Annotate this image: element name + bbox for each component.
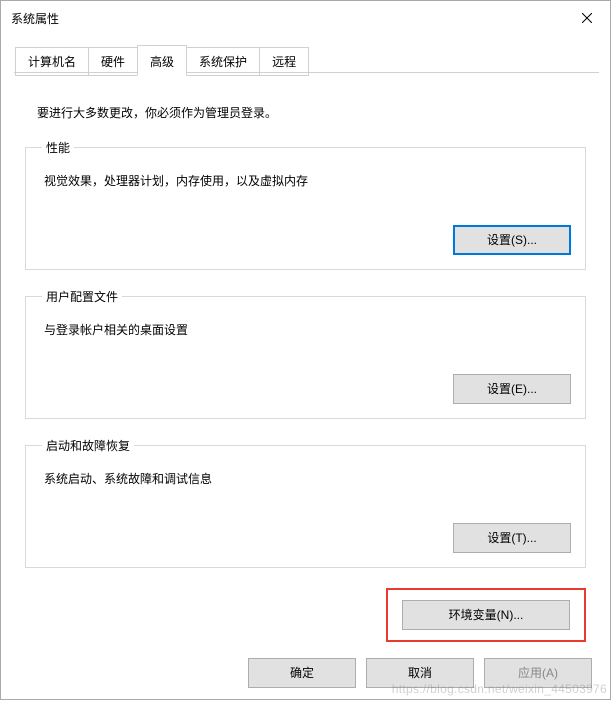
admin-notice: 要进行大多数更改，你必须作为管理员登录。 <box>37 104 586 121</box>
startup-recovery-desc: 系统启动、系统故障和调试信息 <box>44 470 571 487</box>
close-icon <box>582 13 592 23</box>
cancel-button[interactable]: 取消 <box>366 658 474 688</box>
user-profiles-settings-button[interactable]: 设置(E)... <box>453 374 571 404</box>
dialog-button-bar: 确定 取消 应用(A) <box>1 642 610 706</box>
performance-legend: 性能 <box>42 139 74 156</box>
tab-divider <box>14 72 599 73</box>
user-profiles-legend: 用户配置文件 <box>42 288 122 305</box>
tab-advanced[interactable]: 高级 <box>137 45 187 76</box>
user-profiles-group: 用户配置文件 与登录帐户相关的桌面设置 设置(E)... <box>25 288 586 419</box>
titlebar: 系统属性 <box>1 1 610 35</box>
close-button[interactable] <box>564 1 610 35</box>
system-properties-window: 系统属性 计算机名 硬件 高级 系统保护 远程 要进行大多数更改，你必须作为管理… <box>0 0 611 700</box>
window-title: 系统属性 <box>11 10 59 27</box>
startup-recovery-legend: 启动和故障恢复 <box>42 437 134 454</box>
performance-settings-button[interactable]: 设置(S)... <box>453 225 571 255</box>
ok-button[interactable]: 确定 <box>248 658 356 688</box>
performance-desc: 视觉效果，处理器计划，内存使用，以及虚拟内存 <box>44 172 571 189</box>
user-profiles-desc: 与登录帐户相关的桌面设置 <box>44 321 571 338</box>
env-variables-row: 环境变量(N)... <box>25 588 586 642</box>
environment-variables-button[interactable]: 环境变量(N)... <box>402 600 570 630</box>
env-variables-highlight: 环境变量(N)... <box>386 588 586 642</box>
tab-content-advanced: 要进行大多数更改，你必须作为管理员登录。 性能 视觉效果，处理器计划，内存使用，… <box>1 76 610 642</box>
startup-recovery-group: 启动和故障恢复 系统启动、系统故障和调试信息 设置(T)... <box>25 437 586 568</box>
startup-recovery-settings-button[interactable]: 设置(T)... <box>453 523 571 553</box>
performance-group: 性能 视觉效果，处理器计划，内存使用，以及虚拟内存 设置(S)... <box>25 139 586 270</box>
apply-button[interactable]: 应用(A) <box>484 658 592 688</box>
